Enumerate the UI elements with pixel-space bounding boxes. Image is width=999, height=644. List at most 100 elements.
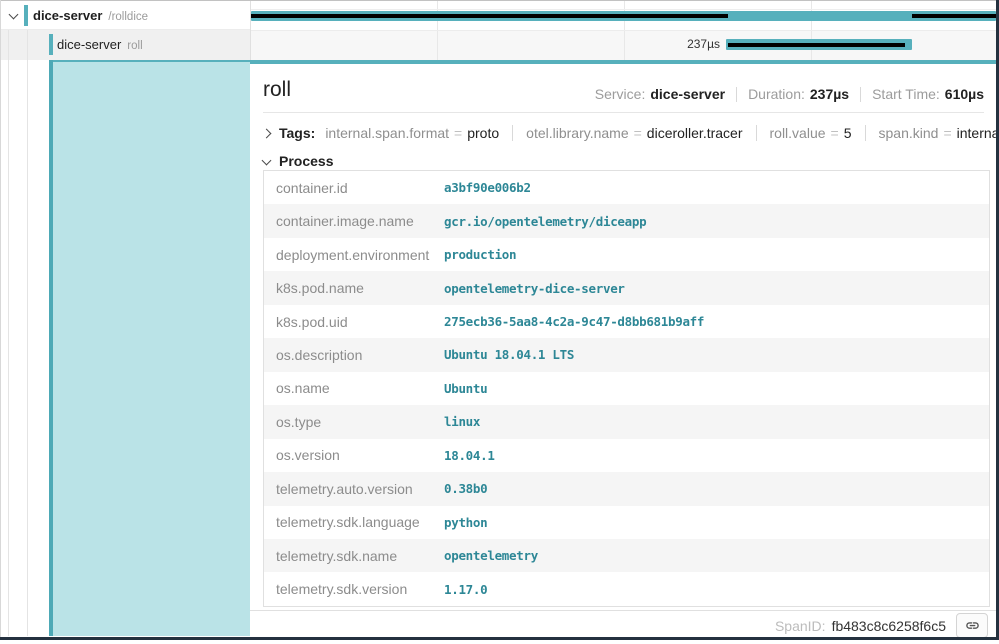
chevron-right-icon[interactable] xyxy=(262,129,272,139)
process-value: 0.38b0 xyxy=(444,481,487,496)
spanid-label: SpanID: xyxy=(775,618,826,634)
process-key: telemetry.auto.version xyxy=(264,481,444,497)
tree-indent-guide xyxy=(27,30,28,636)
span-service-name: dice-server xyxy=(33,8,102,23)
span-overview: Service: dice-server Duration: 237µs Sta… xyxy=(595,86,984,102)
tag-value: proto xyxy=(467,125,499,141)
service-value: dice-server xyxy=(650,86,725,102)
service-color-accent xyxy=(49,34,53,55)
process-key: k8s.pod.uid xyxy=(264,314,444,330)
tags-header: Tags: xyxy=(279,125,315,141)
tag-key: span.kind xyxy=(879,125,939,141)
tag-value: diceroller.tracer xyxy=(647,125,743,141)
tag-equals: = xyxy=(943,125,951,141)
trace-timeline: 237µs xyxy=(250,1,997,60)
process-value: 18.04.1 xyxy=(444,448,495,463)
process-value: opentelemetry-dice-server xyxy=(444,281,625,296)
process-row: os.typelinux xyxy=(264,405,989,438)
span-service-name: dice-server xyxy=(57,37,121,52)
process-value: 275ecb36-5aa8-4c2a-9c47-d8bb681b9aff xyxy=(444,314,704,329)
selected-span-bar-overlay xyxy=(728,43,905,47)
tag-value: 5 xyxy=(844,125,852,141)
tag-equals: = xyxy=(831,125,839,141)
process-key: telemetry.sdk.name xyxy=(264,548,444,564)
tag-key: roll.value xyxy=(770,125,826,141)
process-row: container.ida3bf90e006b2 xyxy=(264,171,989,204)
process-row: deployment.environmentproduction xyxy=(264,238,989,271)
parent-span-bar-overlay xyxy=(251,14,728,18)
selected-span-bar[interactable] xyxy=(726,39,912,50)
process-table: container.ida3bf90e006b2 container.image… xyxy=(263,170,990,607)
chevron-down-icon[interactable] xyxy=(9,10,19,20)
process-key: container.image.name xyxy=(264,213,444,229)
process-value: production xyxy=(444,247,516,262)
process-value: Ubuntu 18.04.1 LTS xyxy=(444,347,574,362)
window-edge xyxy=(0,637,999,640)
window-edge xyxy=(0,0,999,1)
divider xyxy=(860,87,861,102)
divider xyxy=(736,87,737,102)
process-row: telemetry.sdk.languagepython xyxy=(264,506,989,539)
divider xyxy=(756,125,757,141)
start-time-value: 610µs xyxy=(945,86,984,102)
header-divider xyxy=(263,112,984,113)
tag-equals: = xyxy=(634,125,642,141)
process-row: container.image.namegcr.io/opentelemetry… xyxy=(264,204,989,237)
copy-link-button[interactable] xyxy=(956,613,988,638)
duration-label: Duration: xyxy=(748,86,805,102)
span-detail-title: roll xyxy=(263,78,291,102)
process-key: os.type xyxy=(264,414,444,430)
process-value: opentelemetry xyxy=(444,548,538,563)
span-detail-panel: roll Service: dice-server Duration: 237µ… xyxy=(250,60,997,636)
process-value: gcr.io/opentelemetry/diceapp xyxy=(444,214,646,229)
duration-value: 237µs xyxy=(810,86,849,102)
spanid-value: fb483c8c6258f6c5 xyxy=(832,618,946,634)
timeline-ruler-baseline xyxy=(251,9,997,10)
tags-expander-row[interactable]: Tags: internal.span.format = proto otel.… xyxy=(263,121,999,145)
process-value: linux xyxy=(444,414,480,429)
process-row: os.nameUbuntu xyxy=(264,372,989,405)
chevron-down-icon[interactable] xyxy=(262,155,272,165)
link-icon xyxy=(965,618,980,633)
process-key: os.name xyxy=(264,380,444,396)
process-value: Ubuntu xyxy=(444,381,487,396)
process-key: telemetry.sdk.version xyxy=(264,581,444,597)
tag-equals: = xyxy=(454,125,462,141)
divider xyxy=(865,125,866,141)
divider xyxy=(512,125,513,141)
process-row: os.version18.04.1 xyxy=(264,439,989,472)
span-operation-name: /rolldice xyxy=(108,11,148,23)
process-key: container.id xyxy=(264,180,444,196)
process-key: telemetry.sdk.language xyxy=(264,514,444,530)
tag-key: otel.library.name xyxy=(526,125,628,141)
process-header: Process xyxy=(279,153,333,169)
tag-key: internal.span.format xyxy=(325,125,449,141)
process-row: telemetry.sdk.version1.17.0 xyxy=(264,572,989,605)
service-color-accent xyxy=(24,5,28,26)
process-row: k8s.pod.uid275ecb36-5aa8-4c2a-9c47-d8bb6… xyxy=(264,305,989,338)
span-tree-row-rolldice[interactable]: dice-server/rolldice xyxy=(0,1,250,30)
detail-row-highlight-band xyxy=(53,60,250,636)
process-value: 1.17.0 xyxy=(444,582,487,597)
process-key: deployment.environment xyxy=(264,247,444,263)
process-row: telemetry.sdk.nameopentelemetry xyxy=(264,539,989,572)
tree-indent-guide xyxy=(8,30,9,636)
process-expander-row[interactable]: Process xyxy=(263,150,333,172)
process-row: os.descriptionUbuntu 18.04.1 LTS xyxy=(264,338,989,371)
process-key: os.description xyxy=(264,347,444,363)
process-key: k8s.pod.name xyxy=(264,280,444,296)
process-key: os.version xyxy=(264,447,444,463)
process-row: telemetry.auto.version0.38b0 xyxy=(264,472,989,505)
span-detail-footer: SpanID: fb483c8c6258f6c5 xyxy=(250,610,997,640)
span-tree-row-roll-selected[interactable]: dice-server roll xyxy=(0,30,250,60)
span-operation-name: roll xyxy=(127,40,142,52)
start-time-label: Start Time: xyxy=(872,86,940,102)
process-value: a3bf90e006b2 xyxy=(444,180,531,195)
process-value: python xyxy=(444,515,487,530)
parent-span-bar[interactable] xyxy=(251,11,996,21)
tree-timeline-divider xyxy=(250,1,251,60)
parent-span-bar-overlay xyxy=(912,14,996,18)
timeline-row-separator xyxy=(251,30,997,31)
trace-span-detail-view: dice-server/rolldice dice-server roll 237… xyxy=(0,0,999,644)
span-duration-label: 237µs xyxy=(687,37,720,51)
